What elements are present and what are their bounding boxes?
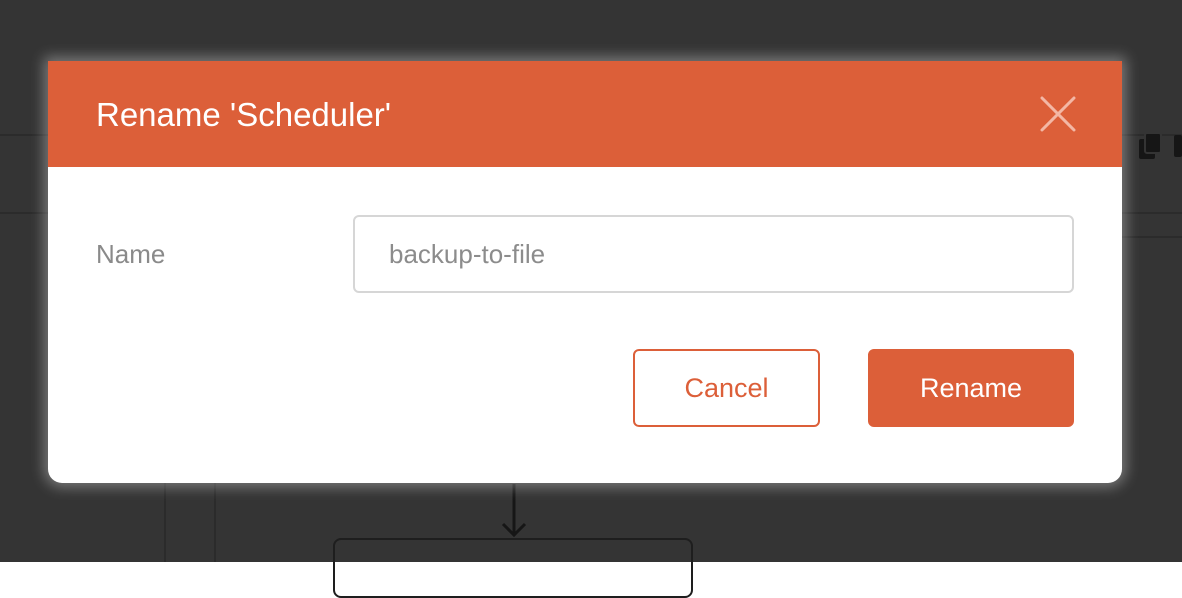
close-icon[interactable] xyxy=(1036,92,1080,136)
copy-icon xyxy=(1137,131,1165,168)
name-input[interactable] xyxy=(353,215,1074,293)
cancel-button[interactable]: Cancel xyxy=(633,349,820,427)
rename-dialog: Rename 'Scheduler' Name Cancel Rename xyxy=(48,61,1122,483)
toolbar-icon xyxy=(1174,135,1182,162)
dialog-header: Rename 'Scheduler' xyxy=(48,61,1122,167)
name-label: Name xyxy=(96,239,166,269)
rename-button[interactable]: Rename xyxy=(868,349,1074,427)
flow-arrow-icon xyxy=(490,484,538,545)
flow-node xyxy=(333,538,693,598)
dialog-title: Rename 'Scheduler' xyxy=(96,96,392,133)
background-divider xyxy=(1122,236,1182,238)
